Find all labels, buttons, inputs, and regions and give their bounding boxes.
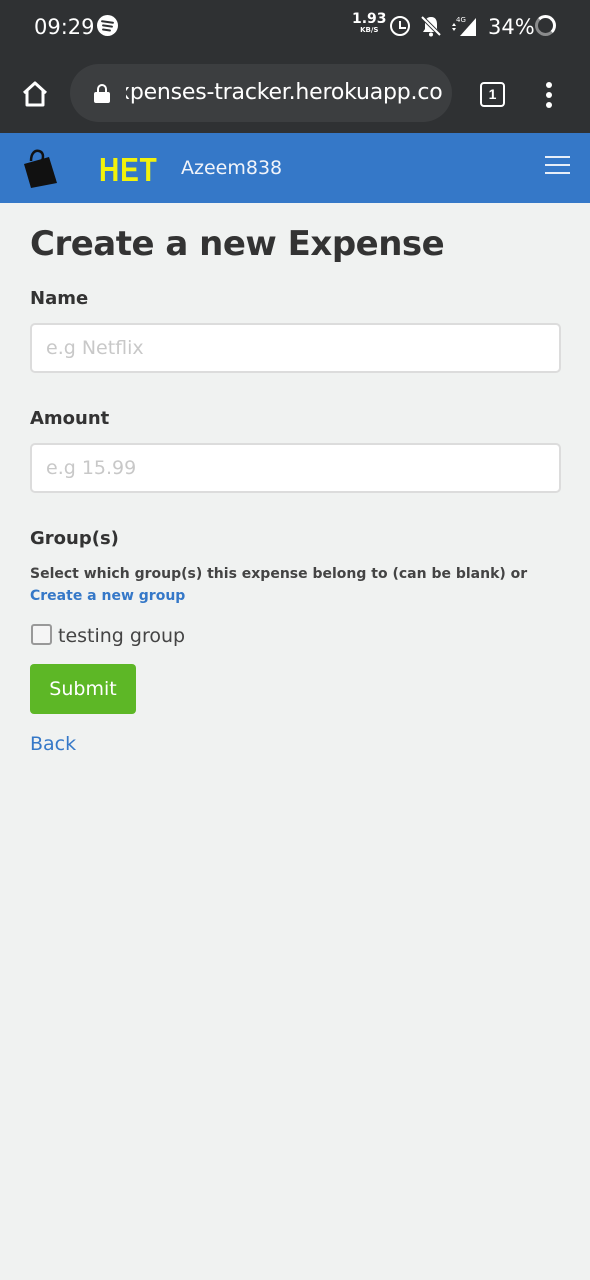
address-bar[interactable]: xpenses-tracker.herokuapp.com (70, 64, 452, 122)
bell-muted-icon (420, 15, 442, 37)
app-navbar: HET Azeem838 (0, 133, 590, 203)
group-checkbox[interactable] (31, 624, 52, 645)
status-time: 09:29 (34, 15, 95, 39)
create-group-link[interactable]: Create a new group (30, 588, 185, 604)
groups-help-text: Select which group(s) this expense belon… (30, 566, 528, 604)
tab-switcher-button[interactable]: 1 (480, 82, 505, 107)
battery-icon (535, 15, 556, 36)
brand-logo[interactable]: HET (99, 151, 158, 189)
status-bar: 09:29 1.93 KB/S 4G 34% (0, 0, 590, 54)
home-icon[interactable] (20, 80, 50, 108)
name-label: Name (30, 288, 89, 309)
page-title: Create a new Expense (30, 224, 445, 264)
url-text[interactable]: xpenses-tracker.herokuapp.com (126, 80, 444, 105)
browser-menu-icon[interactable] (545, 82, 553, 108)
groups-label: Group(s) (30, 528, 119, 549)
shopping-bag-icon[interactable] (22, 147, 58, 189)
username-link[interactable]: Azeem838 (181, 157, 282, 179)
lock-icon (94, 84, 110, 103)
network-speed-value: 1.93 (352, 11, 387, 27)
alarm-icon (390, 16, 410, 36)
name-input[interactable] (30, 323, 561, 373)
amount-input[interactable] (30, 443, 561, 493)
signal-icon: 4G (452, 16, 476, 36)
submit-button[interactable]: Submit (30, 664, 136, 714)
network-speed: 1.93 KB/S (352, 12, 387, 35)
spotify-icon (97, 15, 118, 36)
network-type: 4G (456, 16, 466, 24)
amount-label: Amount (30, 408, 110, 429)
group-option-label[interactable]: testing group (58, 625, 185, 647)
back-link[interactable]: Back (30, 733, 76, 755)
battery-level: 34% (488, 15, 535, 39)
hamburger-menu-icon[interactable] (545, 156, 571, 176)
network-speed-unit: KB/S (360, 26, 379, 34)
browser-toolbar: xpenses-tracker.herokuapp.com 1 (0, 54, 590, 133)
